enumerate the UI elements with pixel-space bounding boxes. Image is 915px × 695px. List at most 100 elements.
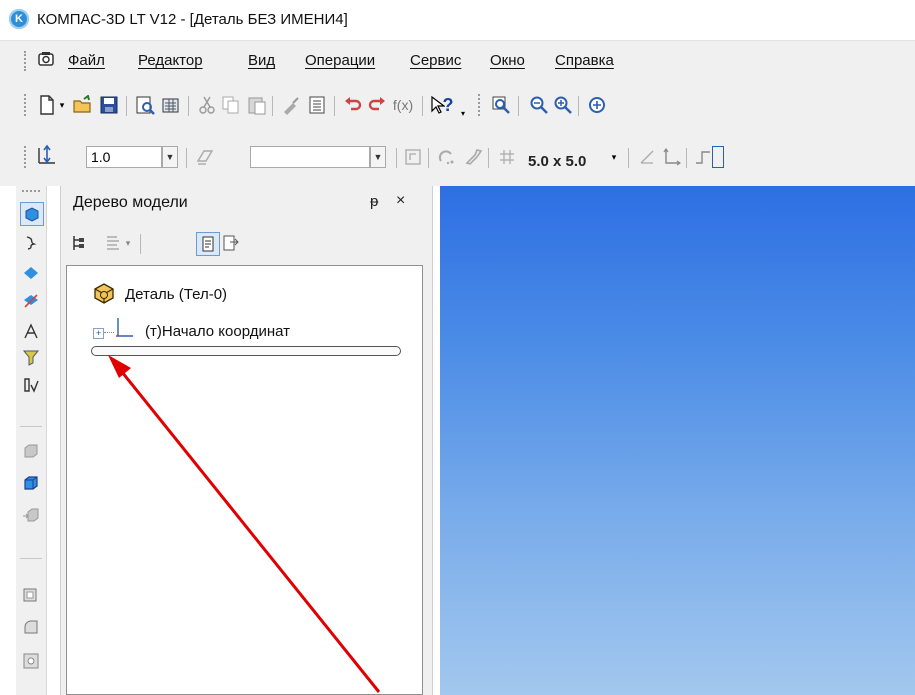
step-line-icon[interactable] xyxy=(692,146,714,168)
vtoolbar-separator xyxy=(20,558,42,559)
tree-view-mode-icon[interactable] xyxy=(102,232,124,254)
tree-toolbar-separator xyxy=(140,234,141,254)
format-painter-icon[interactable] xyxy=(280,94,302,116)
redo-icon[interactable] xyxy=(366,94,388,116)
axes-icon[interactable] xyxy=(660,146,682,168)
compact-toolbar xyxy=(16,186,47,695)
cut-extrude-icon[interactable] xyxy=(20,504,42,526)
menu-window[interactable]: Окно xyxy=(490,52,525,69)
tree-relations-icon[interactable] xyxy=(220,232,242,254)
part-icon[interactable] xyxy=(92,281,116,305)
zoom-previous-icon[interactable] xyxy=(528,94,550,116)
current-state-toolbar: 1.0 ▼ ▼ 5.0 x 5.0 ▾ xyxy=(0,132,915,186)
toolbar-separator xyxy=(686,148,687,168)
pin-icon[interactable]: ᵽ xyxy=(370,193,378,210)
ortho-mode-icon[interactable] xyxy=(636,146,658,168)
tree-document-icon[interactable] xyxy=(196,232,220,256)
menu-grip[interactable] xyxy=(24,51,29,71)
toolbar-separator xyxy=(272,96,273,116)
toolbar-separator xyxy=(126,96,127,116)
title-bar: K КОМПАС-3D LT V12 - [Деталь БЕЗ ИМЕНИ4] xyxy=(0,0,915,40)
layer-dropdown-chevron-icon[interactable]: ▼ xyxy=(370,146,386,168)
scale-combo[interactable]: 1.0 xyxy=(86,146,162,168)
spatial-curves-icon[interactable] xyxy=(20,232,42,254)
document-menu-icon[interactable] xyxy=(35,49,57,71)
pan-icon[interactable] xyxy=(586,94,608,116)
cut-icon[interactable] xyxy=(196,94,218,116)
model-tree-title: Дерево модели xyxy=(73,194,188,211)
standard-toolbar: ▾ f(x) ? ▾ xyxy=(0,80,915,132)
menu-help[interactable]: Справка xyxy=(555,52,614,69)
menu-operations[interactable]: Операции xyxy=(305,52,375,69)
tree-connector xyxy=(104,332,114,333)
menu-view[interactable]: Вид xyxy=(248,52,275,69)
toolbar-grip[interactable] xyxy=(478,94,483,116)
toolbar-grip[interactable] xyxy=(24,146,29,168)
local-cs-icon[interactable] xyxy=(36,144,58,166)
new-dropdown-chevron-icon[interactable]: ▾ xyxy=(56,94,68,116)
surfaces-icon[interactable] xyxy=(20,262,42,284)
hole-icon[interactable] xyxy=(20,650,42,672)
close-icon[interactable]: × xyxy=(396,192,405,210)
toolbar-separator xyxy=(518,96,519,116)
menu-edit[interactable]: Редактор xyxy=(138,52,203,69)
extrude-disabled-icon[interactable] xyxy=(20,440,42,462)
toolbar-separator xyxy=(422,96,423,116)
toolbar-separator xyxy=(396,148,397,168)
menu-file[interactable]: Файл xyxy=(68,52,105,69)
shell-icon[interactable] xyxy=(20,584,42,606)
grid-step-value[interactable]: 5.0 x 5.0 xyxy=(528,153,586,170)
grid-icon[interactable] xyxy=(496,146,518,168)
tree-origin-label[interactable]: (т)Начало координат xyxy=(145,323,290,340)
copy-icon[interactable] xyxy=(220,94,242,116)
snap-point-icon[interactable] xyxy=(436,146,458,168)
document-properties-icon[interactable] xyxy=(160,94,182,116)
scale-dropdown-chevron-icon[interactable]: ▼ xyxy=(162,146,178,168)
new-document-icon[interactable] xyxy=(36,94,58,116)
origin-cs-icon[interactable] xyxy=(115,316,135,338)
toolbar-overflow-icon[interactable]: ▾ xyxy=(458,102,468,124)
fillet-icon[interactable] xyxy=(20,616,42,638)
print-preview-icon[interactable] xyxy=(134,94,156,116)
toolbar-separator xyxy=(186,148,187,168)
toolbar-separator xyxy=(488,148,489,168)
open-folder-icon[interactable] xyxy=(72,94,94,116)
undo-icon[interactable] xyxy=(342,94,364,116)
layer-icon[interactable] xyxy=(194,146,216,168)
extrude-icon[interactable] xyxy=(20,472,42,494)
tree-structure-icon[interactable] xyxy=(68,232,90,254)
save-icon[interactable] xyxy=(98,94,120,116)
toolbar-separator xyxy=(188,96,189,116)
expand-icon[interactable]: + xyxy=(93,328,104,339)
toolbar-separator xyxy=(334,96,335,116)
object-properties-icon[interactable] xyxy=(306,94,328,116)
measurements-icon[interactable] xyxy=(20,374,42,396)
vtoolbar-separator xyxy=(20,426,42,427)
variables-fx-icon[interactable]: f(x) xyxy=(390,94,416,116)
app-logo-icon[interactable]: K xyxy=(9,9,29,29)
zoom-window-icon[interactable] xyxy=(490,94,512,116)
tree-view-dropdown-chevron-icon[interactable]: ▾ xyxy=(122,232,134,254)
snap-cs-icon[interactable] xyxy=(402,146,424,168)
paste-icon[interactable] xyxy=(246,94,268,116)
grid-dropdown-chevron-icon[interactable]: ▾ xyxy=(608,146,620,168)
filters-icon[interactable] xyxy=(20,346,42,368)
toolbar-separator xyxy=(628,148,629,168)
toolbar-grip[interactable] xyxy=(24,94,29,116)
tree-horizontal-scrollbar[interactable] xyxy=(91,346,401,356)
context-help-icon[interactable]: ? xyxy=(428,94,456,116)
toolbar-separator xyxy=(428,148,429,168)
auxiliary-geometry-icon[interactable] xyxy=(20,290,42,312)
layer-combo[interactable] xyxy=(250,146,370,168)
menu-service[interactable]: Сервис xyxy=(410,52,461,69)
tree-root-label[interactable]: Деталь (Тел-0) xyxy=(125,286,227,303)
part-tools-icon[interactable] xyxy=(20,202,44,226)
snap-tool-icon[interactable] xyxy=(462,146,484,168)
vtoolbar-grip[interactable] xyxy=(22,190,40,196)
model-viewport[interactable] xyxy=(440,186,915,695)
next-tool-icon[interactable] xyxy=(712,146,724,168)
toolbar-separator xyxy=(578,96,579,116)
dimensions-icon[interactable] xyxy=(20,320,42,342)
help-question-label: ? xyxy=(442,94,454,115)
zoom-in-icon[interactable] xyxy=(552,94,574,116)
